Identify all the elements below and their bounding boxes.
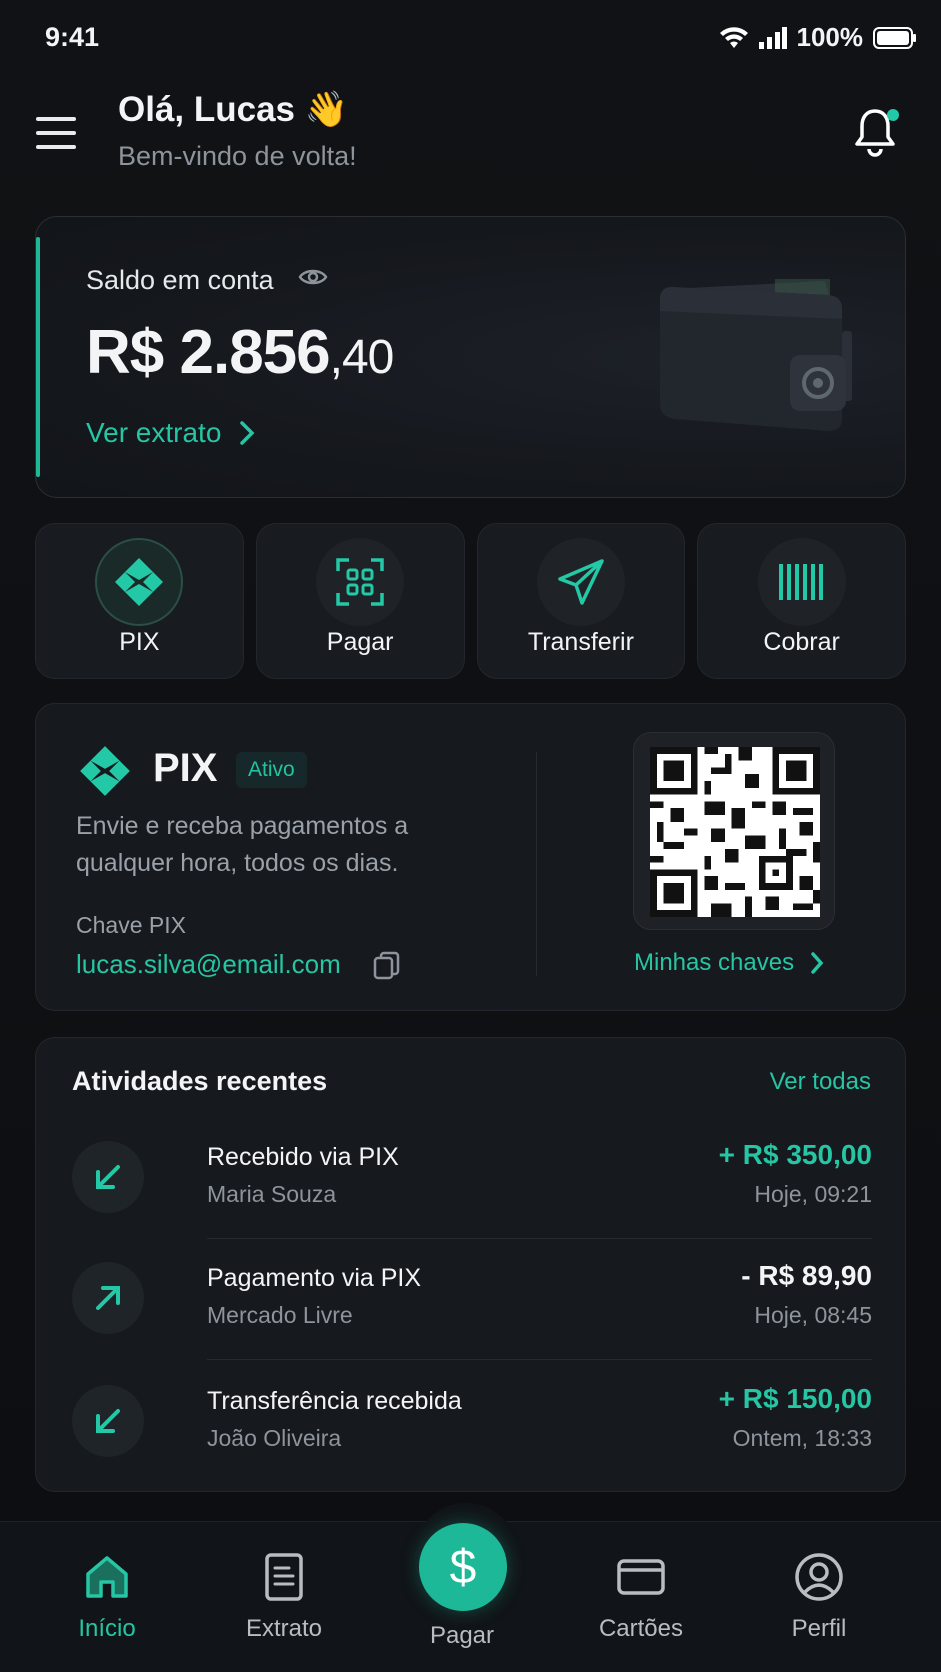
- header: Olá, Lucas 👋 Bem-vindo de volta!: [0, 85, 941, 185]
- pix-icon: [95, 538, 184, 626]
- balance-card: Saldo em conta R$ 2.856,40 Ver extrato: [35, 216, 906, 498]
- nav-statement[interactable]: Extrato: [204, 1552, 364, 1643]
- activity-item[interactable]: Pagamento via PIX Mercado Livre - R$ 89,…: [72, 1238, 872, 1360]
- pix-key-value[interactable]: lucas.silva@email.com: [76, 949, 341, 980]
- greeting-subtitle: Bem-vindo de volta!: [118, 141, 357, 171]
- activity-title: Recebido via PIX: [207, 1143, 399, 1171]
- chevron-right-icon: [240, 421, 255, 445]
- barcode-icon: [757, 538, 846, 626]
- pix-description: Envie e receba pagamentos a qualquer hor…: [76, 812, 409, 877]
- recent-activities: Atividades recentes Ver todas Recebido v…: [35, 1037, 906, 1492]
- battery-percent: 100%: [796, 22, 864, 52]
- pix-status-badge: Ativo: [236, 752, 307, 788]
- action-pagar-label: Pagar: [326, 628, 394, 656]
- arrow-down-left-icon: [72, 1385, 144, 1457]
- card-icon: [617, 1559, 665, 1595]
- see-all-link[interactable]: Ver todas: [770, 1068, 871, 1096]
- action-cobrar-label: Cobrar: [763, 628, 840, 656]
- nav-profile-label: Perfil: [791, 1615, 847, 1642]
- activity-amount: + R$ 350,00: [718, 1139, 872, 1170]
- my-keys-label: Minhas chaves: [634, 949, 795, 976]
- activity-amount: + R$ 150,00: [718, 1383, 872, 1414]
- notification-dot: [887, 109, 899, 121]
- pix-logo-icon: [80, 746, 130, 796]
- nav-cards[interactable]: Cartões: [561, 1552, 721, 1643]
- dollar-icon: $: [449, 1540, 477, 1594]
- activity-name: Mercado Livre: [207, 1302, 353, 1328]
- action-cobrar[interactable]: Cobrar: [697, 523, 906, 679]
- balance-label: Saldo em conta: [86, 265, 274, 295]
- signal-icon: [758, 26, 787, 49]
- chevron-right-icon: [811, 952, 824, 974]
- nav-profile[interactable]: Perfil: [739, 1552, 899, 1643]
- nav-home-label: Início: [78, 1615, 136, 1642]
- greeting: Olá, Lucas 👋: [118, 90, 349, 129]
- qr-code-icon: [650, 747, 820, 917]
- user-icon: [795, 1553, 843, 1601]
- nav-statement-label: Extrato: [245, 1615, 323, 1642]
- quick-actions: PIX Pagar Transferir Cobrar: [35, 523, 906, 679]
- activity-name: João Oliveira: [207, 1425, 342, 1451]
- status-bar: 9:41 100%: [0, 0, 941, 80]
- arrow-down-left-icon: [72, 1141, 144, 1213]
- copy-icon[interactable]: [372, 950, 402, 980]
- action-pagar[interactable]: Pagar: [255, 523, 465, 679]
- home-icon: [86, 1556, 128, 1598]
- activity-time: Hoje, 09:21: [754, 1181, 872, 1207]
- activity-title: Pagamento via PIX: [207, 1264, 422, 1292]
- action-transferir[interactable]: Transferir: [476, 523, 686, 679]
- activity-item[interactable]: Recebido via PIX Maria Souza + R$ 350,00…: [72, 1117, 872, 1239]
- nav-home[interactable]: Início: [27, 1552, 187, 1643]
- balance-amount-main: R$ 2.856: [86, 318, 331, 387]
- arrow-up-right-icon: [72, 1262, 144, 1334]
- nav-pay-label: Pagar: [429, 1622, 495, 1649]
- balance-amount-cents: ,40: [329, 331, 395, 384]
- activity-time: Hoje, 08:45: [754, 1302, 872, 1328]
- activity-name: Maria Souza: [207, 1181, 337, 1207]
- my-keys-link[interactable]: Minhas chaves: [634, 949, 824, 977]
- activity-item[interactable]: Transferência recebida João Oliveira + R…: [72, 1361, 872, 1483]
- menu-button[interactable]: [36, 115, 78, 151]
- status-time: 9:41: [45, 22, 100, 52]
- action-pix-label: PIX: [119, 628, 160, 656]
- activity-time: Ontem, 18:33: [732, 1425, 872, 1451]
- action-pix[interactable]: PIX: [35, 523, 244, 679]
- activity-amount: - R$ 89,90: [741, 1260, 872, 1291]
- balance-amount: R$ 2.856,40: [86, 317, 395, 388]
- battery-icon: [873, 26, 916, 49]
- notifications-button[interactable]: [853, 107, 901, 161]
- action-transferir-label: Transferir: [527, 628, 634, 656]
- send-icon: [536, 538, 625, 626]
- pix-divider: [536, 752, 537, 976]
- divider: [207, 1359, 872, 1360]
- document-icon: [265, 1553, 303, 1601]
- view-statement-link[interactable]: Ver extrato: [86, 417, 255, 449]
- wifi-icon: [719, 26, 748, 48]
- pay-fab-button[interactable]: $: [419, 1523, 507, 1611]
- scan-icon: [316, 538, 405, 626]
- wallet-illustration: [660, 279, 852, 431]
- status-icons: 100%: [719, 22, 918, 53]
- pix-title: PIX: [153, 746, 218, 790]
- qr-code-frame[interactable]: [633, 732, 835, 930]
- activity-title: Transferência recebida: [207, 1387, 462, 1415]
- activities-title: Atividades recentes: [72, 1066, 328, 1096]
- pix-card: PIX Ativo Envie e receba pagamentos a qu…: [35, 703, 906, 1011]
- nav-cards-label: Cartões: [598, 1615, 684, 1642]
- pix-key-label: Chave PIX: [76, 912, 186, 938]
- app-screen: 9:41 100% Olá, Lucas 👋 Bem-vindo de volt…: [0, 0, 941, 1672]
- view-statement-label: Ver extrato: [86, 417, 222, 448]
- eye-icon[interactable]: [298, 265, 328, 289]
